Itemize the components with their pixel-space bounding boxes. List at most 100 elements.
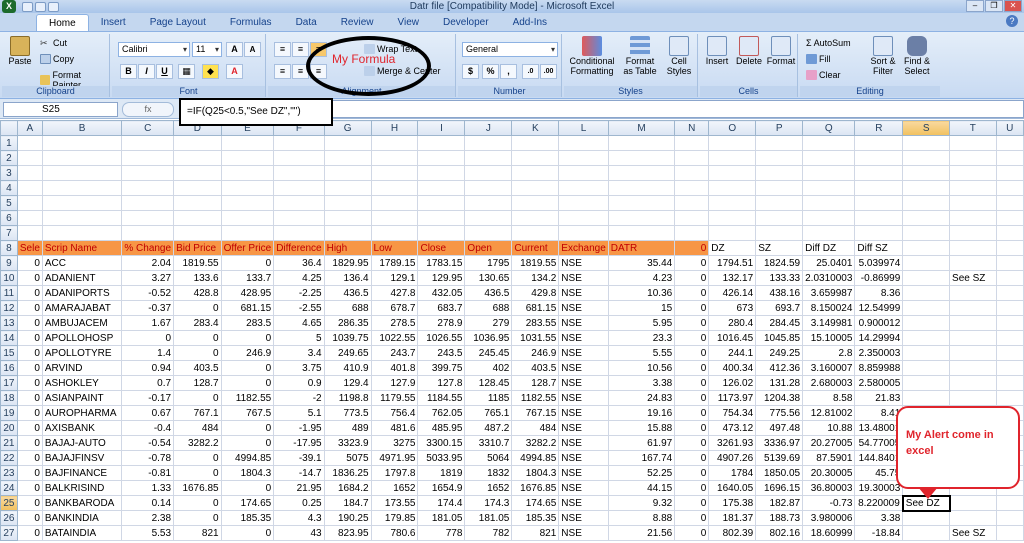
- row-header-25[interactable]: 25: [0, 495, 18, 511]
- cell[interactable]: 0.14: [121, 495, 175, 511]
- cell[interactable]: [511, 150, 560, 166]
- cell[interactable]: [173, 210, 222, 226]
- sort-filter-button[interactable]: Sort & Filter: [866, 36, 900, 76]
- cell[interactable]: 0: [16, 360, 43, 376]
- increase-decimal-button[interactable]: .0: [522, 64, 539, 79]
- cell[interactable]: BANKBARODA: [41, 495, 123, 511]
- cell[interactable]: 0: [220, 330, 275, 346]
- cell[interactable]: 128.7: [173, 375, 222, 391]
- borders-icon[interactable]: ▦: [178, 64, 195, 79]
- cell[interactable]: [755, 150, 804, 166]
- cell[interactable]: 0: [674, 480, 710, 496]
- cell[interactable]: 428.8: [173, 285, 222, 301]
- cell[interactable]: 21.83: [854, 390, 904, 406]
- cell[interactable]: 0: [173, 465, 222, 481]
- cell[interactable]: 243.7: [370, 345, 419, 361]
- cell[interactable]: [949, 390, 997, 406]
- column-header-p[interactable]: P: [755, 120, 804, 136]
- cell[interactable]: [370, 135, 419, 151]
- cell[interactable]: 4.23: [607, 270, 676, 286]
- cell[interactable]: [173, 195, 222, 211]
- cell[interactable]: [41, 150, 123, 166]
- cell[interactable]: -1.95: [273, 420, 325, 436]
- cell[interactable]: -0.78: [121, 450, 175, 466]
- cell[interactable]: -0.81: [121, 465, 175, 481]
- cell[interactable]: 182.87: [755, 495, 804, 511]
- cell[interactable]: [995, 300, 1024, 316]
- cell[interactable]: 0: [16, 495, 43, 511]
- cell[interactable]: 15.10005: [802, 330, 856, 346]
- cell[interactable]: [902, 315, 951, 331]
- cell[interactable]: -0.54: [121, 435, 175, 451]
- cell[interactable]: 61.97: [607, 435, 676, 451]
- cell[interactable]: [902, 180, 951, 196]
- cell[interactable]: 1198.8: [323, 390, 372, 406]
- cell[interactable]: 1804.3: [220, 465, 275, 481]
- cell[interactable]: [949, 150, 997, 166]
- cell[interactable]: 0: [220, 435, 275, 451]
- cell[interactable]: 0: [121, 330, 175, 346]
- cell[interactable]: [995, 225, 1024, 241]
- underline-button[interactable]: U: [156, 64, 173, 79]
- cell[interactable]: 4.65: [273, 315, 325, 331]
- cell[interactable]: 2.0310003: [802, 270, 856, 286]
- cell[interactable]: 184.7: [323, 495, 372, 511]
- cell[interactable]: [417, 150, 466, 166]
- cell[interactable]: [802, 150, 856, 166]
- cell[interactable]: [464, 135, 513, 151]
- cell[interactable]: 2.04: [121, 255, 175, 271]
- cell[interactable]: 0.7: [121, 375, 175, 391]
- cell[interactable]: 5.55: [607, 345, 676, 361]
- column-title-cell[interactable]: DATR: [607, 240, 676, 256]
- cell[interactable]: [511, 195, 560, 211]
- cell[interactable]: NSE: [558, 450, 609, 466]
- cell[interactable]: 481.6: [370, 420, 419, 436]
- tab-data[interactable]: Data: [284, 14, 329, 31]
- row-header-27[interactable]: 27: [0, 525, 18, 541]
- row-header-3[interactable]: 3: [0, 165, 18, 181]
- cell[interactable]: [854, 195, 904, 211]
- cell[interactable]: NSE: [558, 525, 609, 541]
- cell[interactable]: 4.25: [273, 270, 325, 286]
- cell[interactable]: 24.83: [607, 390, 676, 406]
- cell[interactable]: 0: [16, 315, 43, 331]
- cell[interactable]: [511, 135, 560, 151]
- cell[interactable]: [273, 150, 325, 166]
- cell[interactable]: [220, 225, 275, 241]
- cell[interactable]: NSE: [558, 315, 609, 331]
- cell[interactable]: 126.02: [708, 375, 757, 391]
- column-title-cell[interactable]: Scrip Name: [41, 240, 123, 256]
- decrease-decimal-button[interactable]: .00: [540, 64, 557, 79]
- cell[interactable]: 245.45: [464, 345, 513, 361]
- tab-developer[interactable]: Developer: [431, 14, 501, 31]
- cell[interactable]: 0: [16, 345, 43, 361]
- cell[interactable]: 131.28: [755, 375, 804, 391]
- cell[interactable]: [220, 165, 275, 181]
- cell[interactable]: AXISBANK: [41, 420, 123, 436]
- cell[interactable]: 174.4: [417, 495, 466, 511]
- cell[interactable]: 0: [16, 375, 43, 391]
- cell[interactable]: [902, 270, 951, 286]
- cell[interactable]: [902, 165, 951, 181]
- cell[interactable]: 3275: [370, 435, 419, 451]
- cell[interactable]: [995, 345, 1024, 361]
- cell[interactable]: 1797.8: [370, 465, 419, 481]
- column-header-o[interactable]: O: [708, 120, 757, 136]
- cell[interactable]: 802.39: [708, 525, 757, 541]
- cell[interactable]: [949, 135, 997, 151]
- cell[interactable]: [949, 255, 997, 271]
- cell[interactable]: [121, 195, 175, 211]
- cell[interactable]: 403.5: [173, 360, 222, 376]
- cell[interactable]: [464, 225, 513, 241]
- cell[interactable]: [121, 210, 175, 226]
- cell[interactable]: 1676.85: [511, 480, 560, 496]
- cell[interactable]: 765.1: [464, 405, 513, 421]
- row-header-22[interactable]: 22: [0, 450, 18, 466]
- cell[interactable]: 1783.15: [417, 255, 466, 271]
- cell[interactable]: [417, 195, 466, 211]
- column-header-m[interactable]: M: [607, 120, 676, 136]
- cell[interactable]: 3.27: [121, 270, 175, 286]
- cell[interactable]: NSE: [558, 510, 609, 526]
- cell[interactable]: 278.5: [370, 315, 419, 331]
- cell[interactable]: [902, 300, 951, 316]
